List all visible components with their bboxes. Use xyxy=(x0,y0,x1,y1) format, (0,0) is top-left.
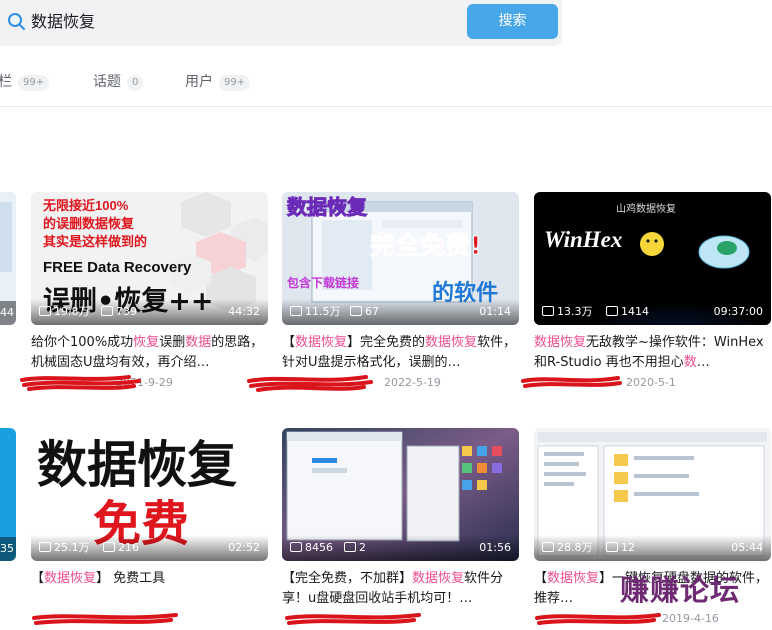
video-duration: 09:37:00 xyxy=(713,305,763,318)
tab-column[interactable]: 栏 99+ xyxy=(0,68,50,96)
danmaku-icon xyxy=(350,306,362,316)
thumb-text: 山鸡数据恢复 xyxy=(616,202,676,215)
thumb-text: 其实是这样做到的 xyxy=(43,234,147,249)
video-stats: 8456 2 01:56 xyxy=(282,535,519,561)
danmaku-count: 67 xyxy=(350,305,379,319)
play-icon xyxy=(542,306,554,316)
thumb-text: 完全免费! xyxy=(370,231,481,260)
video-title[interactable]: 给你个100%成功恢复误删数据的思路，机械固态U盘均有效，再介绍… xyxy=(31,333,268,373)
video-thumbnail[interactable]: 数据恢复 完全免费! 包含下载链接 的软件 11.5万 67 01:14 xyxy=(282,192,519,325)
video-card-partial[interactable]: 44 xyxy=(0,192,16,325)
thumb-text: 的误删数据恢复 xyxy=(43,216,135,231)
play-icon xyxy=(290,542,302,552)
video-thumbnail[interactable]: 8456 2 01:56 xyxy=(282,428,519,561)
redaction-scribble xyxy=(32,613,178,625)
danmaku-count: 739 xyxy=(101,305,137,319)
video-title[interactable]: 【数据恢复】 免费工具 xyxy=(31,569,268,609)
tab-count-badge: 99+ xyxy=(219,75,251,91)
video-card-partial[interactable]: 35 xyxy=(0,428,16,561)
view-count: 8456 xyxy=(290,541,333,555)
tab-label: 栏 xyxy=(0,74,12,90)
tabs-divider xyxy=(0,106,772,107)
video-stats: 25.1万 216 02:52 xyxy=(31,535,268,561)
play-icon xyxy=(542,542,554,552)
video-stats: 19.8万 739 44:32 xyxy=(31,299,268,325)
danmaku-count: 12 xyxy=(606,541,635,555)
redaction-scribble xyxy=(535,613,661,625)
video-title[interactable]: 数据恢复无敌教学~操作软件：WinHex和R-Studio 再也不用担心数… xyxy=(534,333,771,373)
play-icon xyxy=(39,542,51,552)
view-count: 28.8万 xyxy=(542,541,593,555)
video-duration: 01:14 xyxy=(479,305,511,318)
danmaku-count: 1414 xyxy=(606,305,649,319)
video-duration: 35 xyxy=(0,542,14,555)
tab-label: 用户 xyxy=(185,74,213,90)
thumb-text: 包含下载链接 xyxy=(286,275,359,290)
tab-count-badge: 99+ xyxy=(18,75,50,91)
tab-user[interactable]: 用户 99+ xyxy=(185,68,251,96)
video-stats: 13.3万 1414 09:37:00 xyxy=(534,299,771,325)
search-icon xyxy=(8,13,25,30)
tab-topic[interactable]: 话题 0 xyxy=(93,68,144,96)
video-thumbnail[interactable]: 山鸡数据恢复 WinHex 13.3万 1414 09:37:00 xyxy=(534,192,771,325)
danmaku-icon xyxy=(606,542,618,552)
video-duration: 02:52 xyxy=(228,541,260,554)
video-title[interactable]: 【数据恢复】完全免费的数据恢复软件，针对U盘提示格式化，误删的… xyxy=(282,333,519,373)
view-count: 19.8万 xyxy=(39,305,90,319)
danmaku-icon xyxy=(606,306,618,316)
tab-label: 话题 xyxy=(93,74,121,90)
view-count: 11.5万 xyxy=(290,305,341,319)
video-title[interactable]: 【完全免费，不加群】数据恢复软件分享！u盘硬盘回收站手机均可！… xyxy=(282,569,519,609)
redaction-scribble xyxy=(20,375,141,391)
danmaku-icon xyxy=(101,306,113,316)
thumb-text: 数据恢复 xyxy=(287,195,368,219)
search-bar: 数据恢复 搜索 xyxy=(0,0,562,46)
redaction-scribble xyxy=(247,375,373,392)
search-button[interactable]: 搜索 xyxy=(467,4,558,39)
video-thumbnail[interactable]: 无限接近100% 的误删数据恢复 其实是这样做到的 FREE Data Reco… xyxy=(31,192,268,325)
video-duration: 44 xyxy=(0,306,14,319)
video-duration: 05:44 xyxy=(731,541,763,554)
danmaku-count: 2 xyxy=(344,541,366,555)
video-stats: 11.5万 67 01:14 xyxy=(282,299,519,325)
danmaku-icon xyxy=(344,542,356,552)
thumb-text: 数据恢复 xyxy=(37,436,237,494)
view-count: 13.3万 xyxy=(542,305,593,319)
redaction-scribble xyxy=(521,376,622,388)
tab-count-badge: 0 xyxy=(127,75,144,91)
search-input[interactable]: 数据恢复 xyxy=(31,9,95,35)
thumb-text: WinHex xyxy=(544,227,622,252)
video-thumbnail[interactable]: 数据恢复 免费 25.1万 216 02:52 xyxy=(31,428,268,561)
video-duration: 44:32 xyxy=(228,305,260,318)
play-icon xyxy=(39,306,51,316)
danmaku-icon xyxy=(103,542,115,552)
danmaku-count: 216 xyxy=(103,541,139,555)
view-count: 25.1万 xyxy=(39,541,90,555)
play-icon xyxy=(290,306,302,316)
video-thumbnail[interactable]: 28.8万 12 05:44 xyxy=(534,428,771,561)
thumb-text: FREE Data Recovery xyxy=(43,259,192,276)
redaction-scribble xyxy=(285,613,421,625)
video-duration: 01:56 xyxy=(479,541,511,554)
watermark: 赚赚论坛 xyxy=(620,573,741,607)
thumb-text: 无限接近100% xyxy=(42,198,129,213)
video-stats: 28.8万 12 05:44 xyxy=(534,535,771,561)
